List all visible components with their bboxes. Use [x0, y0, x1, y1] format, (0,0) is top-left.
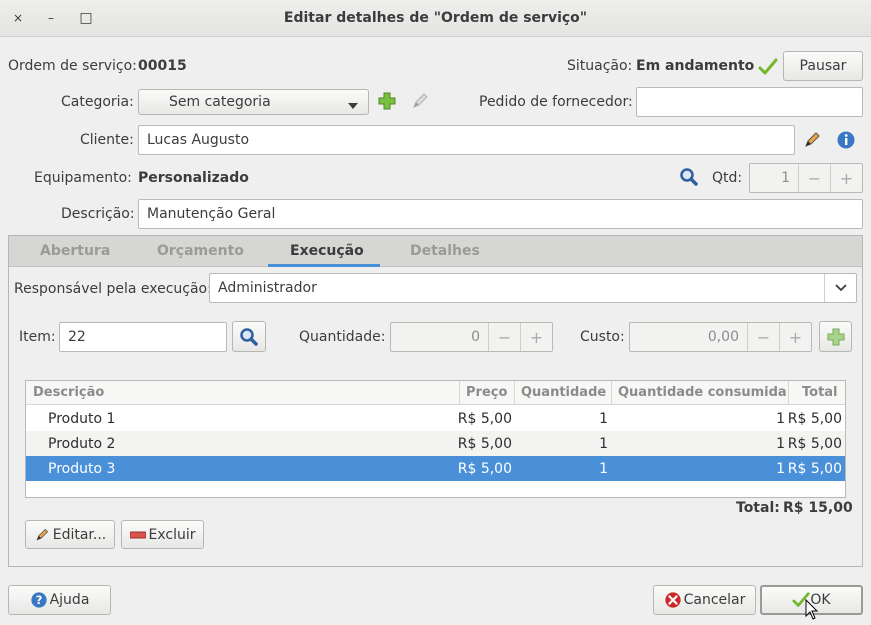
item-label: Item:	[19, 329, 56, 345]
client-label: Cliente:	[80, 132, 134, 148]
cost-label: Custo:	[580, 329, 625, 345]
minus-icon	[129, 531, 146, 538]
column-header-total[interactable]: Total	[802, 385, 838, 400]
order-label: Ordem de serviço:	[8, 58, 137, 74]
edit-client-icon[interactable]	[802, 130, 822, 150]
column-separator	[788, 381, 789, 405]
table-row-selected[interactable]: Produto 3 R$ 5,00 1 1 R$ 5,00	[26, 456, 845, 481]
items-table[interactable]: Descrição Preço Quantidade Quantidade co…	[25, 380, 846, 498]
qty-label: Qtd:	[712, 170, 743, 186]
cell-descricao: Produto 1	[48, 411, 116, 427]
cell-preco: R$ 5,00	[457, 461, 512, 477]
responsible-select[interactable]: Administrador	[209, 273, 857, 303]
pencil-icon	[36, 528, 48, 541]
active-tab-indicator	[268, 264, 380, 267]
table-row[interactable]: Produto 1 R$ 5,00 1 1 R$ 5,00	[26, 406, 845, 431]
qty-value: 1	[781, 170, 790, 186]
cost-increment-button[interactable]: +	[779, 323, 811, 351]
cell-descricao: Produto 2	[48, 436, 116, 452]
cell-preco: R$ 5,00	[457, 411, 512, 427]
add-item-button[interactable]	[819, 321, 852, 352]
tab-abertura[interactable]: Abertura	[40, 243, 110, 259]
cell-preco: R$ 5,00	[457, 436, 512, 452]
qty-decrement-button[interactable]: −	[798, 164, 830, 192]
add-category-icon[interactable]	[377, 91, 397, 111]
cell-quantidade-consumida: 1	[776, 461, 785, 477]
column-header-preco[interactable]: Preço	[466, 385, 507, 400]
tab-orcamento[interactable]: Orçamento	[157, 243, 244, 259]
search-equipment-icon[interactable]	[679, 167, 699, 187]
supplier-order-label: Pedido de fornecedor:	[479, 94, 633, 110]
plus-icon	[827, 328, 844, 345]
quantity-value: 0	[471, 329, 480, 345]
cell-total: R$ 5,00	[787, 461, 842, 477]
column-separator	[459, 381, 460, 405]
column-header-quantidade[interactable]: Quantidade	[521, 385, 606, 400]
column-header-quantidade-consumida[interactable]: Quantidade consumida	[618, 385, 787, 400]
edit-category-icon[interactable]	[410, 91, 430, 111]
qty-spinner[interactable]: 1 − +	[749, 163, 863, 193]
supplier-order-input[interactable]	[636, 87, 863, 117]
info-icon[interactable]	[836, 130, 856, 150]
cell-quantidade-consumida: 1	[776, 436, 785, 452]
quantity-decrement-button[interactable]: −	[488, 323, 520, 351]
equipment-value: Personalizado	[138, 170, 249, 186]
total-value: R$ 15,00	[783, 500, 853, 516]
status-value: Em andamento	[636, 58, 755, 74]
help-label: Ajuda	[49, 592, 90, 608]
category-value: Sem categoria	[169, 94, 271, 110]
cell-quantidade: 1	[599, 411, 608, 427]
tab-detalhes[interactable]: Detalhes	[410, 243, 480, 259]
chevron-down-icon	[348, 98, 358, 114]
quantity-spinner[interactable]: 0 − +	[390, 322, 553, 352]
total-label: Total:	[736, 500, 780, 516]
cell-quantidade: 1	[599, 436, 608, 452]
column-separator	[611, 381, 612, 405]
delete-item-label: Excluir	[148, 526, 196, 543]
mouse-cursor-icon	[805, 598, 819, 621]
edit-item-label: Editar...	[52, 526, 107, 543]
cell-quantidade-consumida: 1	[776, 411, 785, 427]
svg-text:?: ?	[35, 593, 42, 607]
edit-item-button[interactable]: Editar...	[25, 520, 115, 549]
description-input[interactable]: Manutenção Geral	[138, 199, 863, 229]
responsible-label: Responsável pela execução:	[14, 281, 212, 297]
order-number: 00015	[138, 58, 187, 74]
tab-execucao[interactable]: Execução	[290, 243, 364, 259]
cell-total: R$ 5,00	[787, 411, 842, 427]
column-separator	[514, 381, 515, 405]
cell-quantidade: 1	[599, 461, 608, 477]
chevron-down-icon[interactable]	[824, 274, 856, 302]
help-icon: ?	[30, 592, 47, 608]
table-header: Descrição Preço Quantidade Quantidade co…	[26, 381, 845, 405]
cell-total: R$ 5,00	[787, 436, 842, 452]
checkmark-icon	[758, 57, 778, 77]
pause-button[interactable]: Pausar	[783, 51, 863, 81]
cost-value: 0,00	[707, 329, 739, 345]
description-label: Descrição:	[61, 206, 135, 222]
help-button[interactable]: ? Ajuda	[8, 585, 111, 615]
window-title: Editar detalhes de "Ordem de serviço"	[283, 10, 588, 26]
quantity-label: Quantidade:	[299, 329, 386, 345]
cost-spinner[interactable]: 0,00 − +	[629, 322, 812, 352]
category-label: Categoria:	[61, 94, 134, 110]
table-row[interactable]: Produto 2 R$ 5,00 1 1 R$ 5,00	[26, 431, 845, 456]
status-label: Situação:	[567, 58, 633, 74]
item-input[interactable]: 22	[59, 322, 227, 352]
cell-descricao: Produto 3	[48, 461, 116, 477]
category-select[interactable]: Sem categoria	[138, 89, 369, 115]
cancel-button[interactable]: Cancelar	[653, 585, 756, 615]
qty-increment-button[interactable]: +	[830, 164, 862, 192]
responsible-value: Administrador	[218, 280, 317, 296]
search-item-button[interactable]	[232, 321, 266, 352]
quantity-increment-button[interactable]: +	[520, 323, 552, 351]
cancel-icon	[664, 592, 681, 608]
delete-item-button[interactable]: Excluir	[121, 520, 204, 549]
column-header-descricao[interactable]: Descrição	[33, 385, 104, 400]
client-input[interactable]: Lucas Augusto	[138, 125, 795, 155]
equipment-label: Equipamento:	[34, 170, 132, 186]
cost-decrement-button[interactable]: −	[747, 323, 779, 351]
cancel-label: Cancelar	[683, 592, 746, 608]
search-icon	[240, 327, 258, 346]
